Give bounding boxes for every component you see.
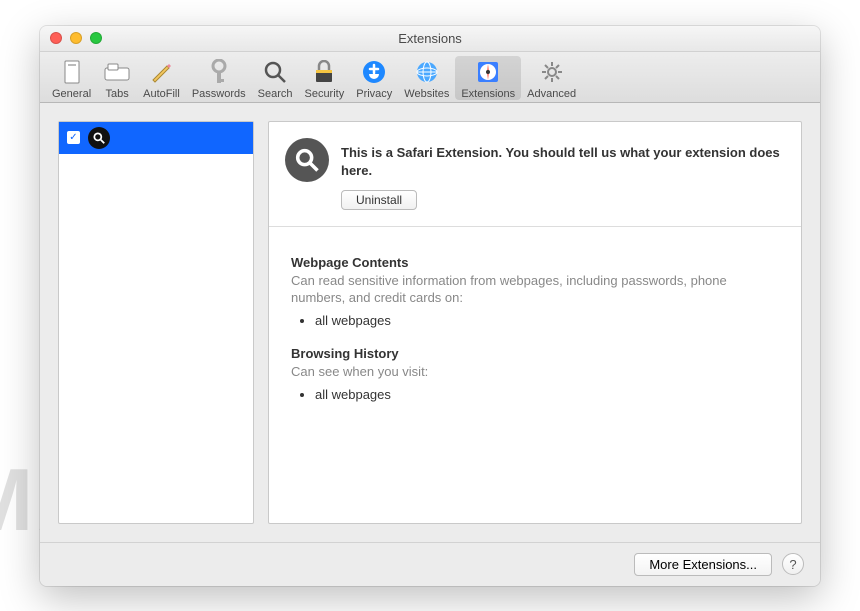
toolbar-advanced[interactable]: Advanced bbox=[521, 56, 582, 100]
list-item: all webpages bbox=[315, 387, 779, 402]
search-extension-icon bbox=[88, 127, 110, 149]
detail-text: This is a Safari Extension. You should t… bbox=[341, 138, 785, 210]
toolbar-autofill[interactable]: AutoFill bbox=[137, 56, 186, 100]
toolbar-label: Tabs bbox=[106, 88, 129, 100]
toolbar-label: Security bbox=[304, 88, 344, 100]
search-icon bbox=[261, 58, 289, 86]
toolbar-label: Extensions bbox=[461, 88, 515, 100]
close-button[interactable] bbox=[50, 32, 62, 44]
browsing-history-list: all webpages bbox=[315, 387, 779, 402]
toolbar-extensions[interactable]: Extensions bbox=[455, 56, 521, 100]
extensions-sidebar: ✓ bbox=[58, 121, 254, 524]
toolbar-label: Privacy bbox=[356, 88, 392, 100]
zoom-button[interactable] bbox=[90, 32, 102, 44]
toolbar-websites[interactable]: Websites bbox=[398, 56, 455, 100]
help-button[interactable]: ? bbox=[782, 553, 804, 575]
extension-checkbox[interactable]: ✓ bbox=[67, 131, 80, 144]
toolbar-label: Advanced bbox=[527, 88, 576, 100]
preferences-window: Extensions General Tabs AutoFill Passwor… bbox=[40, 26, 820, 586]
toolbar-label: Search bbox=[258, 88, 293, 100]
tabs-icon bbox=[103, 58, 131, 86]
window-controls bbox=[50, 32, 102, 44]
detail-header: This is a Safari Extension. You should t… bbox=[269, 122, 801, 227]
toolbar-label: AutoFill bbox=[143, 88, 180, 100]
general-icon bbox=[58, 58, 86, 86]
minimize-button[interactable] bbox=[70, 32, 82, 44]
key-icon bbox=[205, 58, 233, 86]
webpage-contents-list: all webpages bbox=[315, 313, 779, 328]
browsing-history-desc: Can see when you visit: bbox=[291, 364, 779, 381]
toolbar-general[interactable]: General bbox=[46, 56, 97, 100]
toolbar-passwords[interactable]: Passwords bbox=[186, 56, 252, 100]
autofill-icon bbox=[147, 58, 175, 86]
extension-description: This is a Safari Extension. You should t… bbox=[341, 144, 785, 180]
gear-icon bbox=[538, 58, 566, 86]
content-area: ✓ This is a Safari Extension. You should… bbox=[40, 103, 820, 542]
toolbar-tabs[interactable]: Tabs bbox=[97, 56, 137, 100]
toolbar-security[interactable]: Security bbox=[298, 56, 350, 100]
list-item: all webpages bbox=[315, 313, 779, 328]
extension-detail-panel: This is a Safari Extension. You should t… bbox=[268, 121, 802, 524]
extensions-icon bbox=[474, 58, 502, 86]
browsing-history-title: Browsing History bbox=[291, 346, 779, 361]
toolbar-label: Passwords bbox=[192, 88, 246, 100]
webpage-contents-title: Webpage Contents bbox=[291, 255, 779, 270]
websites-icon bbox=[413, 58, 441, 86]
toolbar: General Tabs AutoFill Passwords Search bbox=[40, 52, 820, 103]
more-extensions-button[interactable]: More Extensions... bbox=[634, 553, 772, 576]
privacy-icon bbox=[360, 58, 388, 86]
toolbar-label: General bbox=[52, 88, 91, 100]
toolbar-search[interactable]: Search bbox=[252, 56, 299, 100]
footer: More Extensions... ? bbox=[40, 542, 820, 586]
extension-icon-large bbox=[285, 138, 329, 182]
webpage-contents-desc: Can read sensitive information from webp… bbox=[291, 273, 779, 307]
extension-list-item[interactable]: ✓ bbox=[59, 122, 253, 154]
window-title: Extensions bbox=[398, 31, 462, 46]
lock-icon bbox=[310, 58, 338, 86]
uninstall-button[interactable]: Uninstall bbox=[341, 190, 417, 210]
toolbar-privacy[interactable]: Privacy bbox=[350, 56, 398, 100]
titlebar: Extensions bbox=[40, 26, 820, 52]
permissions-section: Webpage Contents Can read sensitive info… bbox=[269, 227, 801, 448]
toolbar-label: Websites bbox=[404, 88, 449, 100]
